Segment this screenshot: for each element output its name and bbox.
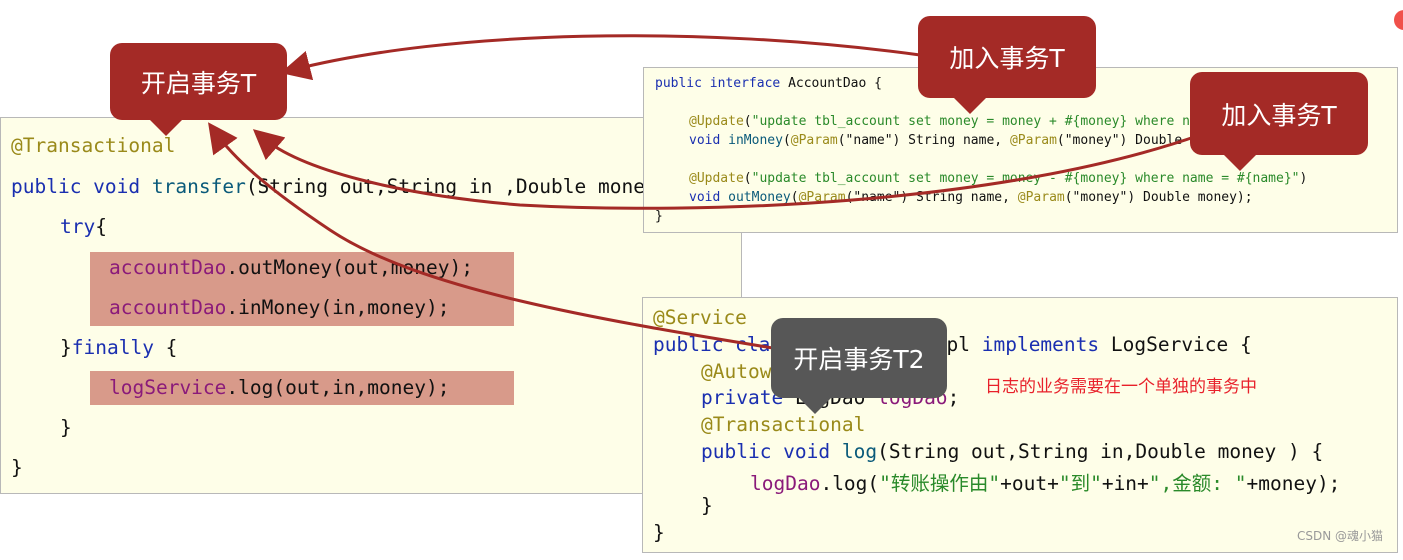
code-line: } — [655, 209, 663, 224]
code-line: public interface AccountDao { — [655, 76, 882, 91]
code-line: } — [60, 416, 72, 439]
log-service-code-panel: @Service public class LogServiceImpl imp… — [642, 297, 1398, 553]
code-line: public void transfer(String out,String i… — [11, 175, 692, 198]
code-line: try{ — [60, 215, 107, 238]
transfer-code-panel: @Transactional public void transfer(Stri… — [0, 117, 742, 494]
code-line: } — [653, 521, 665, 544]
callout-join-transaction-t-2: 加入事务T — [1190, 72, 1368, 171]
code-line: @Transactional — [701, 413, 866, 436]
callout-join-transaction-t-1: 加入事务T — [918, 16, 1096, 114]
code-line: @Update("update tbl_account set money = … — [689, 171, 1308, 186]
code-line: accountDao.inMoney(in,money); — [109, 296, 450, 319]
code-line: accountDao.outMoney(out,money); — [109, 256, 473, 279]
annotation-note: 日志的业务需要在一个单独的事务中 — [985, 377, 1257, 397]
code-line: @Service — [653, 306, 747, 329]
code-line: logService.log(out,in,money); — [109, 376, 450, 399]
code-line: void inMoney(@Param("name") String name,… — [689, 133, 1245, 148]
code-line: public class LogServiceImpl implements L… — [653, 333, 1252, 356]
callout-start-transaction-t: 开启事务T — [110, 43, 287, 136]
code-line: } — [701, 494, 713, 517]
code-line: public void log(String out,String in,Dou… — [701, 440, 1324, 463]
notification-dot — [1394, 10, 1403, 30]
callout-start-transaction-t2: 开启事务T2 — [771, 318, 947, 414]
code-line: } — [11, 456, 23, 479]
code-line: void outMoney(@Param("name") String name… — [689, 190, 1253, 205]
watermark: CSDN @魂小猫 — [1296, 529, 1383, 543]
arrow-join-t1 — [280, 34, 921, 81]
code-line: @Transactional — [11, 134, 176, 157]
code-line: }finally { — [60, 336, 178, 359]
code-line: logDao.log("转账操作由"+out+"到"+in+",金额: "+mo… — [750, 472, 1341, 495]
